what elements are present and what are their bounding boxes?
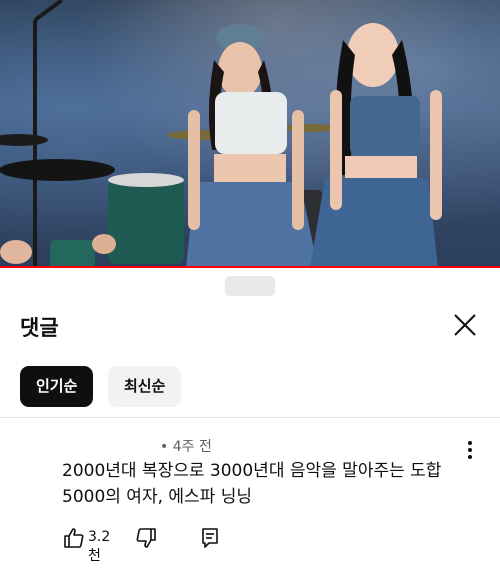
sort-chip-popular[interactable]: 인기순 xyxy=(20,366,94,407)
sort-chip-newest[interactable]: 최신순 xyxy=(108,366,182,407)
comments-title: 댓글 xyxy=(20,316,59,340)
comment-more-button[interactable] xyxy=(460,438,480,462)
comment-text-line: 2000년대 복장으로 3000년대 음악을 말아주는 도합 xyxy=(62,461,442,481)
comment-timestamp: • 4주 전 xyxy=(160,439,212,455)
reply-icon xyxy=(202,528,218,548)
more-vert-icon xyxy=(468,441,472,459)
comment-text: 2000년대 복장으로 3000년대 음악을 말아주는 도합 5000의 여자,… xyxy=(62,458,462,510)
drag-handle[interactable] xyxy=(225,276,275,296)
comments-sheet: 댓글 인기순 최신순 • 4주 전 2000년대 복장으로 3000년대 음악을… xyxy=(0,268,500,573)
thumbs-up-icon xyxy=(64,528,84,548)
like-button[interactable] xyxy=(62,526,86,550)
reply-button[interactable] xyxy=(198,526,222,550)
divider xyxy=(0,417,500,418)
like-count: 3.2천 xyxy=(88,529,111,564)
thumbs-down-icon xyxy=(136,528,156,548)
dislike-button[interactable] xyxy=(134,526,158,550)
video-scene xyxy=(0,0,442,268)
close-icon xyxy=(454,314,476,336)
close-button[interactable] xyxy=(448,308,482,342)
video-player[interactable] xyxy=(0,0,500,268)
comment-text-line: 5000의 여자, 에스파 닝닝 xyxy=(62,487,252,507)
